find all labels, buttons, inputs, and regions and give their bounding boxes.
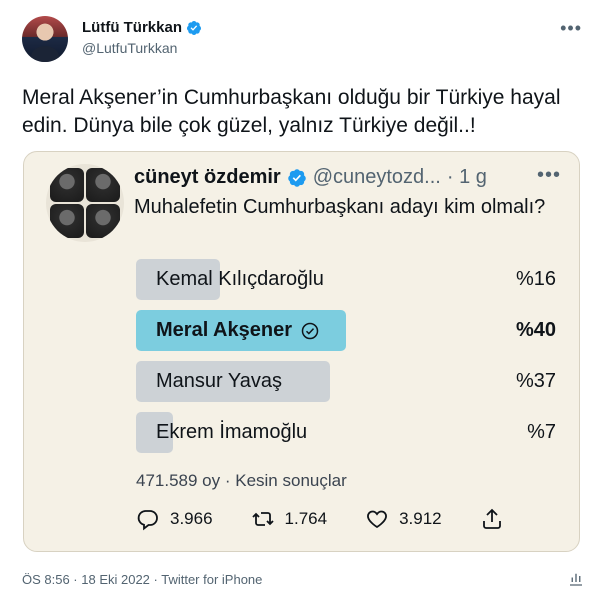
- poll-option: Mansur Yavaş %37: [136, 361, 556, 402]
- more-icon[interactable]: •••: [560, 18, 582, 39]
- retweet-icon: [251, 512, 274, 526]
- poll-option-label: Mansur Yavaş: [156, 370, 282, 392]
- reply-count: 3.966: [170, 509, 213, 528]
- author-name-row: Lütfü Türkkan: [82, 19, 202, 36]
- tweet-timestamp[interactable]: ÖS 8:56 · 18 Eki 2022 · Twitter for iPho…: [22, 572, 262, 587]
- heart-icon: [367, 510, 388, 529]
- poll-option: Meral Akşener %40: [136, 310, 556, 351]
- quoted-author-avatar: [46, 164, 124, 242]
- quoted-reply-action: 3.966: [136, 507, 213, 531]
- quoted-action-bar: 3.966 1.764 3.912: [136, 507, 516, 531]
- reply-icon: [137, 510, 158, 531]
- author-display-name[interactable]: Lütfü Türkkan: [82, 19, 182, 36]
- quoted-verified-badge-icon: [287, 168, 306, 187]
- quoted-more-icon: •••: [536, 164, 561, 186]
- share-icon: [482, 508, 501, 529]
- analytics-icon[interactable]: [567, 570, 585, 588]
- quoted-display-name: cüneyt özdemir: [134, 166, 281, 188]
- verified-badge-icon: [186, 20, 201, 35]
- poll-option: Ekrem İmamoğlu %7: [136, 412, 556, 453]
- quoted-time: · 1 g: [446, 166, 487, 188]
- poll-option-label: Kemal Kılıçdaroğlu: [156, 268, 324, 290]
- author-handle[interactable]: @LutfuTurkkan: [82, 40, 177, 56]
- quoted-handle: @cuneytozd...: [312, 166, 441, 188]
- poll-option-label: Meral Akşener: [156, 319, 292, 341]
- poll-option-percent: %16: [515, 268, 556, 290]
- author-avatar[interactable]: [22, 16, 68, 62]
- poll-votes-summary: 471.589 oy · Kesin sonuçlar: [136, 471, 347, 490]
- poll-option-percent: %7: [527, 421, 556, 443]
- quoted-retweet-action: 1.764: [251, 507, 328, 531]
- quoted-tweet-image[interactable]: cüneyt özdemir @cuneytozd... · 1 g ••• M…: [23, 151, 580, 552]
- quoted-author-row: cüneyt özdemir @cuneytozd... · 1 g: [134, 166, 487, 189]
- poll-option: Kemal Kılıçdaroğlu %16: [136, 259, 556, 300]
- check-circle-icon: [301, 322, 319, 339]
- poll-option-percent: %37: [515, 370, 556, 392]
- poll: Kemal Kılıçdaroğlu %16 Meral Akşener %40…: [136, 259, 556, 463]
- poll-question: Muhalefetin Cumhurbaşkanı adayı kim olma…: [134, 196, 546, 218]
- quoted-share-action: [480, 507, 504, 531]
- tweet-text: Meral Akşener’in Cumhurbaşkanı olduğu bi…: [22, 86, 561, 137]
- tweet-header: Lütfü Türkkan @LutfuTurkkan •••: [22, 16, 582, 62]
- poll-option-percent: %40: [515, 319, 556, 341]
- poll-option-label: Ekrem İmamoğlu: [156, 421, 308, 443]
- quoted-like-action: 3.912: [365, 507, 442, 531]
- retweet-count: 1.764: [284, 509, 328, 528]
- like-count: 3.912: [399, 509, 442, 528]
